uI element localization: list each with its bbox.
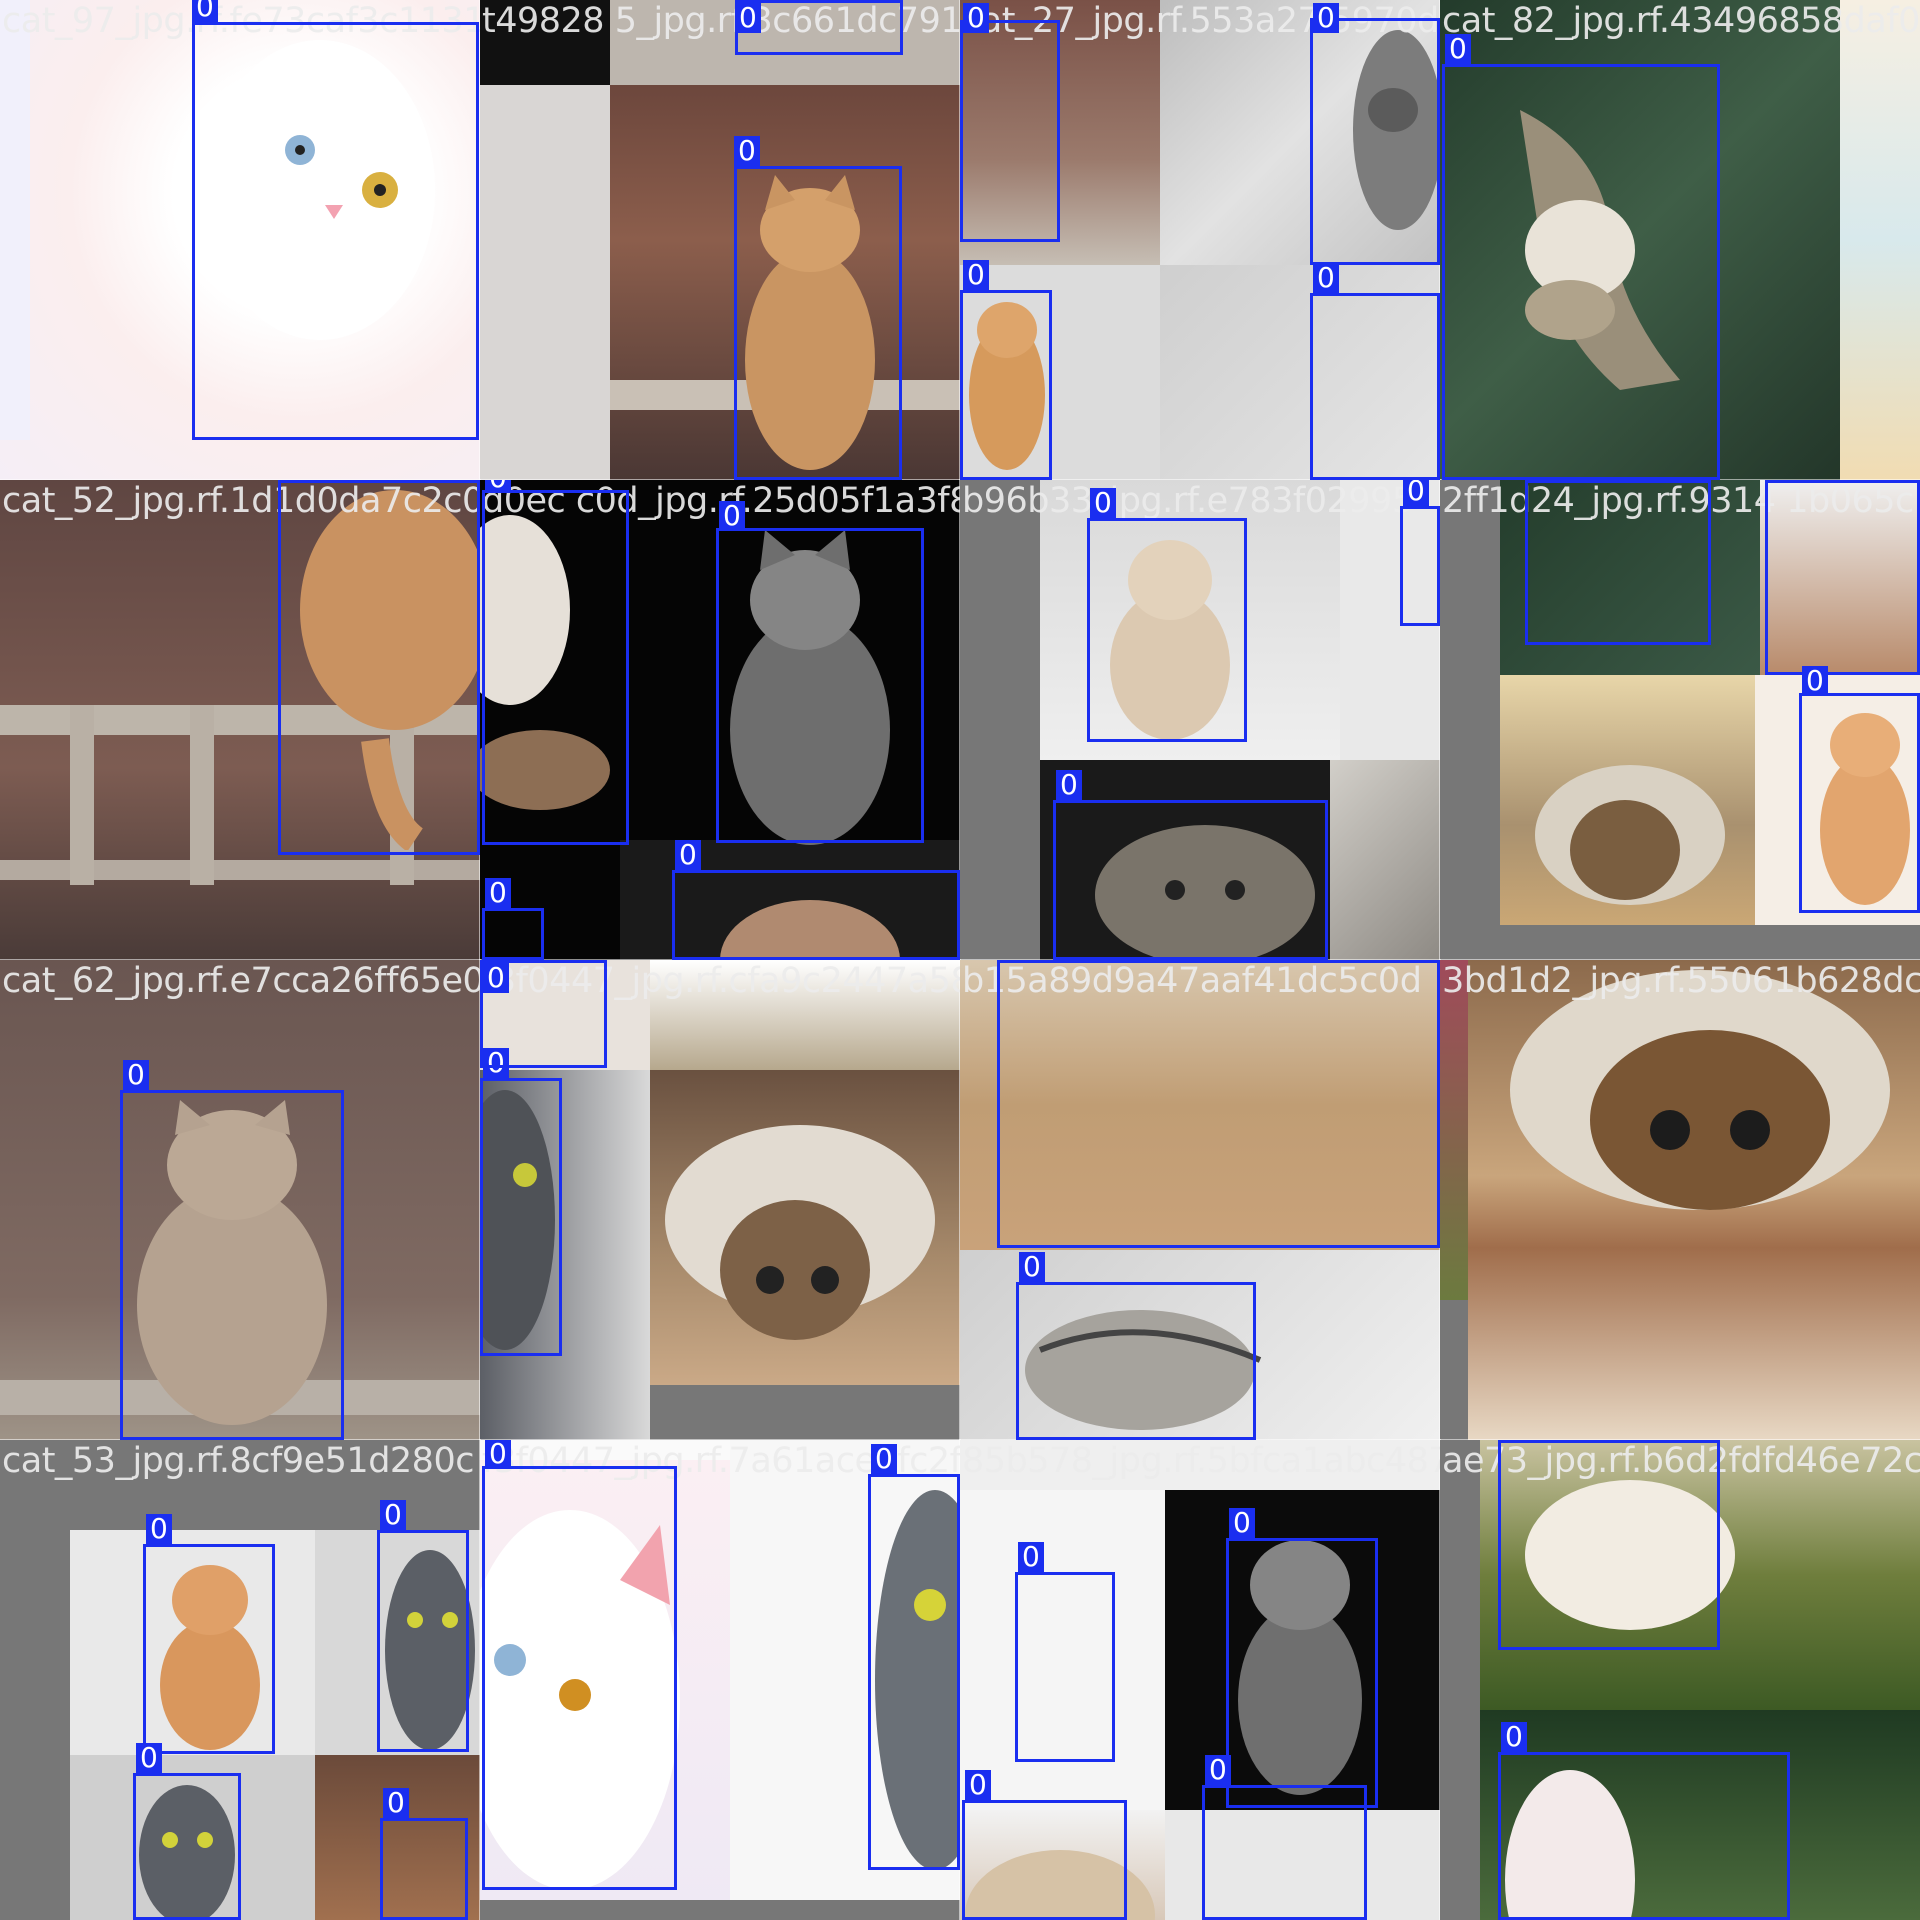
detection-box: 0	[192, 0, 479, 440]
detection-box: 0	[1310, 263, 1440, 480]
detection-box: 0	[1525, 480, 1711, 645]
class-label: 0	[485, 480, 511, 493]
class-label: 0	[483, 963, 509, 993]
class-label: 0	[383, 1788, 409, 1818]
class-label: 0	[1229, 1508, 1255, 1538]
class-label: 0	[1313, 263, 1339, 293]
detection-box: 0	[962, 1770, 1127, 1920]
mosaic-tile-2: t49828 5_jpg.rf.3c661dc791f0 0 0	[479, 0, 961, 481]
detection-box: 0	[377, 1500, 469, 1752]
detection-box: 0	[1498, 1722, 1790, 1920]
mosaic-tile-12: 3bd1d2_jpg.rf.55061b628dcf	[1439, 959, 1920, 1441]
detection-box: 0	[997, 960, 1440, 1248]
class-label: 0	[1313, 3, 1339, 33]
class-label: 0	[675, 840, 701, 870]
mosaic-tile-5: cat_52_jpg.rf.1d1d0da7c2c0 0	[0, 479, 481, 961]
mosaic-tile-13: cat_53_jpg.rf.8cf9e51d280c 0 0 0 0	[0, 1439, 481, 1920]
class-label: 0	[1056, 770, 1082, 800]
detection-box: 0	[1310, 3, 1440, 265]
detection-box: 0	[1799, 666, 1920, 913]
class-label: 0	[1528, 480, 1554, 483]
class-label: 0	[1090, 488, 1116, 518]
detection-box: 0	[1765, 480, 1920, 675]
class-label: 0	[136, 1743, 162, 1773]
detection-box: 0	[672, 840, 960, 960]
class-label: 0	[1501, 1440, 1527, 1443]
class-label: 0	[1019, 1252, 1045, 1282]
detection-box: 0	[480, 1048, 562, 1356]
mosaic-tile-14: f3f0447_jpg.rf.7a61ace2fc2f4 0 0	[479, 1439, 961, 1920]
class-label: 0	[1403, 480, 1429, 506]
detection-box: 0	[482, 1440, 677, 1890]
detection-box: 0	[868, 1444, 960, 1870]
mosaic-tile-15: 85b578_jpg.rf.5bfca1abc48776 0 0 0 0	[959, 1439, 1441, 1920]
detection-box: 0	[1498, 1440, 1720, 1650]
tabby-cat-image	[665, 1125, 935, 1340]
detection-box: 0	[480, 960, 607, 1068]
class-label: 0	[963, 260, 989, 290]
class-label: 0	[485, 1440, 511, 1469]
detection-box: 0	[735, 0, 903, 55]
class-label: 0	[1802, 666, 1828, 696]
class-label: 0	[1768, 480, 1794, 483]
class-label: 0	[963, 3, 989, 33]
mosaic-tile-16: ae73_jpg.rf.b6d2fdfd46e72c 0 0	[1439, 1439, 1920, 1920]
mosaic-tile-4: cat_82_jpg.rf.43496858daf0b 0	[1439, 0, 1920, 481]
detection-box: 0	[278, 480, 480, 855]
class-label: 0	[871, 1444, 897, 1474]
class-label: 0	[1445, 34, 1471, 64]
detection-box: 0	[1202, 1755, 1367, 1920]
detection-box: 0	[716, 501, 924, 843]
mosaic-tile-10: f3f0447_jpg.rf.cfa9c2447a58 0 0	[479, 959, 961, 1441]
detection-box: 0	[120, 1060, 344, 1440]
detection-box: 0	[482, 480, 629, 845]
class-label: 0	[965, 1770, 991, 1800]
detection-box: 0	[133, 1743, 241, 1920]
detection-box: 0	[1087, 488, 1247, 742]
mosaic-tile-7: b96b33_jpg.rf.e783f02995 0 0 0	[959, 479, 1441, 961]
class-label: 0	[192, 0, 218, 22]
mosaic-tile-9: cat_62_jpg.rf.e7cca26ff65e0 0	[0, 959, 481, 1441]
detection-box: 0	[734, 136, 902, 480]
mosaic-tile-3: cat_27_jpg.rf.553a27 5970d 0 0 0 0	[959, 0, 1441, 481]
upside-down-cat-image	[1510, 970, 1890, 1210]
detection-box: 0	[143, 1514, 275, 1754]
tabby-cat-image	[1535, 765, 1725, 905]
mosaic-tile-1: cat_97_jpg.rf.fe73caf3c1131f49828 0	[0, 0, 481, 481]
class-label: 0	[734, 136, 760, 166]
detection-box: 0	[1442, 34, 1720, 480]
detection-box: 0	[960, 260, 1052, 480]
detection-box: 0	[482, 878, 544, 960]
detection-box: 0	[380, 1788, 468, 1920]
class-label: 0	[1018, 1542, 1044, 1572]
class-label: 0	[146, 1514, 172, 1544]
mosaic-tile-11: b15a89d9a47aaf41dc5c0d 0 0	[959, 959, 1441, 1441]
class-label: 0	[719, 501, 745, 531]
class-label: 0	[485, 878, 511, 908]
mosaic-tile-8: 2ff1d24_jpg.rf.9314 1b065c 0 0 0	[1439, 479, 1920, 961]
detection-box: 0	[1015, 1542, 1115, 1762]
detection-box: 0	[960, 3, 1060, 242]
class-label: 0	[735, 3, 761, 33]
detection-box: 0	[1400, 480, 1440, 626]
detection-box: 0	[1053, 770, 1328, 960]
detection-box: 0	[1226, 1508, 1378, 1808]
class-label: 0	[380, 1500, 406, 1530]
class-label: 0	[123, 1060, 149, 1090]
class-label: 0	[1501, 1722, 1527, 1752]
detection-box: 0	[1016, 1252, 1256, 1440]
mosaic-tile-6: d0ec c0d_jpg.rf.25d05f1a3f87 0 0 0 0	[479, 479, 961, 961]
class-label: 0	[1205, 1755, 1231, 1785]
